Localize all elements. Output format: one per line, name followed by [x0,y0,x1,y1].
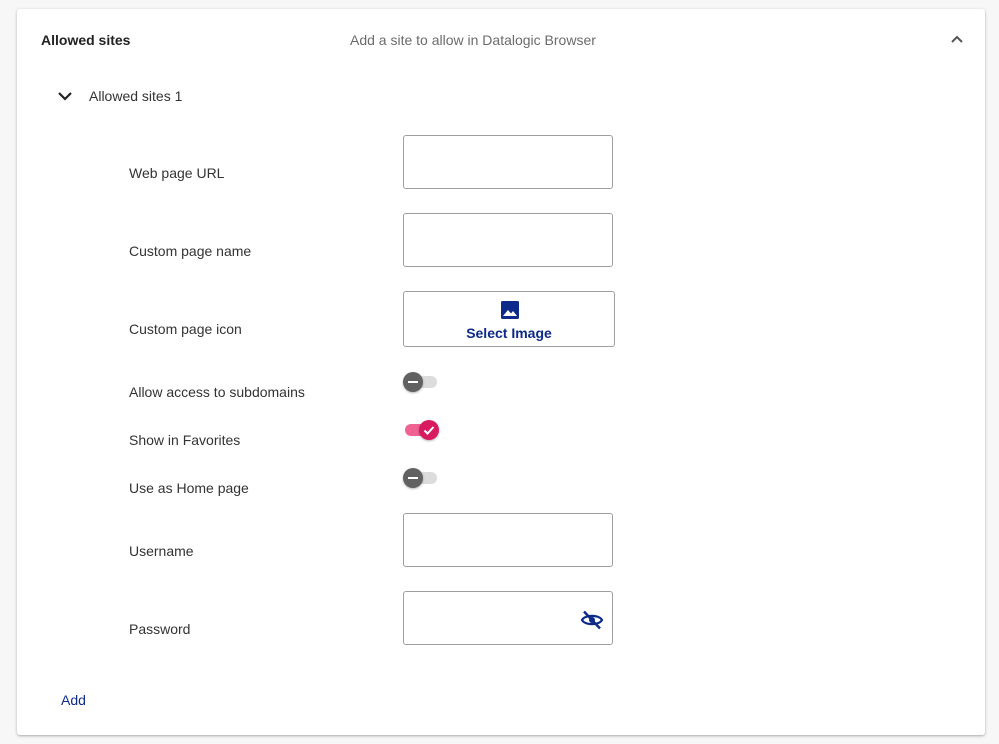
password-input[interactable] [414,592,568,646]
custom-page-name-label: Custom page name [129,243,252,259]
use-as-home-toggle[interactable] [403,467,439,489]
eye-off-icon [580,610,604,630]
toggle-off-icon [408,381,418,383]
username-label: Username [129,543,194,559]
select-image-button[interactable]: Select Image [403,291,615,347]
password-field-box [403,591,613,646]
section-title: Allowed sites [41,32,131,48]
chevron-up-icon [951,35,963,43]
allow-subdomains-label: Allow access to subdomains [129,384,305,400]
show-in-favorites-toggle[interactable] [403,419,439,441]
toggle-password-visibility-button[interactable] [580,608,604,632]
item-title: Allowed sites 1 [89,88,183,104]
chevron-down-icon [58,92,72,101]
web-page-url-input[interactable] [414,136,588,190]
toggle-off-icon [408,477,418,479]
web-page-url-label: Web page URL [129,165,225,181]
custom-page-icon-label: Custom page icon [129,321,242,337]
section-description: Add a site to allow in Datalogic Browser [350,32,596,48]
expand-item-button[interactable] [55,86,75,106]
toggle-thumb [419,420,439,440]
show-in-favorites-label: Show in Favorites [129,432,241,448]
toggle-thumb [403,468,423,488]
collapse-section-button[interactable] [947,29,967,49]
allowed-sites-card: Allowed sites Add a site to allow in Dat… [17,9,985,735]
check-icon [423,426,435,435]
select-image-label: Select Image [466,325,552,341]
custom-page-name-input[interactable] [414,214,588,268]
allow-subdomains-toggle[interactable] [403,371,439,393]
toggle-thumb [403,372,423,392]
password-label: Password [129,621,191,637]
username-input[interactable] [414,514,588,568]
image-icon [501,301,519,319]
web-page-url-field-box [403,135,613,190]
add-button[interactable]: Add [61,692,86,708]
custom-page-name-field-box [403,213,613,268]
username-field-box [403,513,613,568]
use-as-home-label: Use as Home page [129,480,249,496]
